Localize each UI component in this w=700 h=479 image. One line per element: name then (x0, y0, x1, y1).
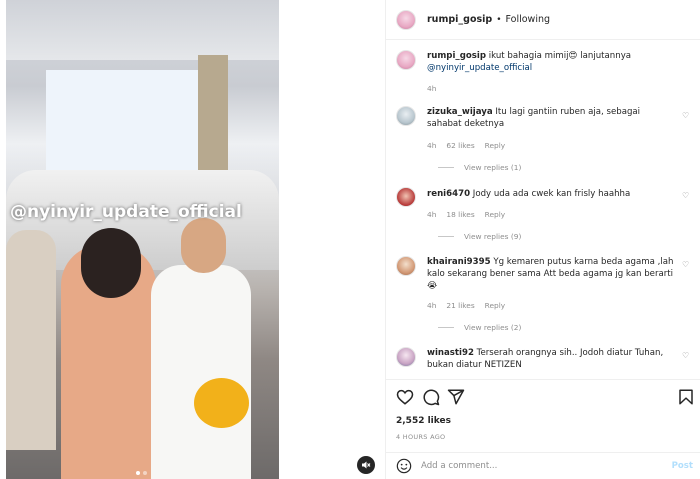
mute-icon (362, 461, 371, 469)
comment-username[interactable]: khairani9395 (427, 257, 491, 267)
bookmark-icon[interactable] (677, 388, 695, 406)
comment-meta: 4h 21 likes Reply (427, 301, 505, 310)
share-icon[interactable] (447, 388, 465, 406)
photo-person-left (6, 230, 56, 450)
caption-mention[interactable]: @nyinyir_update_official (427, 63, 532, 73)
caption-body: rumpi_gosip ikut bahagia mimij😍 lanjutan… (427, 50, 677, 74)
comment-like-icon[interactable]: ♡ (682, 191, 689, 200)
carousel-dots (136, 471, 147, 475)
post-header: rumpi_gosip • Following (386, 0, 700, 40)
photo-person-right-head (181, 218, 226, 273)
view-replies-line (438, 236, 454, 237)
caption-time[interactable]: 4h (427, 84, 436, 93)
reply-button[interactable]: Reply (485, 301, 505, 310)
caption-username[interactable]: rumpi_gosip (427, 51, 486, 61)
caption-text: ikut bahagia mimij😍 lanjutannya (488, 51, 632, 61)
comment-text: Jody uda ada cwek kan frisly haahha (472, 189, 631, 199)
view-replies-line (438, 167, 454, 168)
comment-time[interactable]: 4h (427, 210, 436, 219)
comment-body: winasti92 Terserah orangnya sih.. Jodoh … (427, 347, 677, 371)
avatar[interactable] (396, 106, 416, 126)
view-replies-label: View replies (1) (464, 163, 522, 172)
photo-watermark: @nyinyir_update_official (10, 202, 242, 222)
view-replies-label: View replies (2) (464, 323, 522, 332)
caption-meta: 4h (427, 84, 436, 93)
post-time-ago[interactable]: 4 HOURS AGO (396, 433, 445, 441)
comment-like-icon[interactable]: ♡ (682, 111, 689, 120)
post-comment-button[interactable]: Post (672, 461, 693, 471)
comment-username[interactable]: zizuka_wijaya (427, 107, 493, 117)
post-detail-panel: rumpi_gosip • Following rumpi_gosip ikut… (385, 0, 700, 479)
photo-person-center-hair (81, 228, 141, 298)
comment-body: zizuka_wijaya Itu lagi gantiin ruben aja… (427, 106, 677, 130)
comment-icon[interactable] (422, 388, 440, 406)
comment-meta: 4h 18 likes Reply (427, 210, 505, 219)
comment-time[interactable]: 4h (427, 301, 436, 310)
comment-likes[interactable]: 21 likes (446, 301, 474, 310)
photo-flowers (194, 378, 249, 428)
comment-likes[interactable]: 62 likes (446, 141, 474, 150)
add-comment-bar: Post (386, 452, 700, 479)
heart-icon[interactable] (396, 388, 414, 406)
emoji-icon[interactable] (396, 458, 412, 474)
avatar[interactable] (396, 347, 416, 367)
following-button[interactable]: Following (506, 14, 551, 25)
photo-background-wall (6, 0, 279, 60)
comments-list[interactable]: rumpi_gosip ikut bahagia mimij😍 lanjutan… (386, 40, 700, 380)
comment-like-icon[interactable]: ♡ (682, 351, 689, 360)
post-photo[interactable]: @nyinyir_update_official (6, 0, 279, 479)
avatar[interactable] (396, 9, 416, 30)
view-replies-line (438, 327, 454, 328)
photo-person-right (151, 265, 251, 479)
carousel-dot[interactable] (136, 471, 140, 475)
comment-body: khairani9395 Yg kemaren putus karna beda… (427, 256, 677, 292)
comment-username[interactable]: reni6470 (427, 189, 470, 199)
comment-username[interactable]: winasti92 (427, 348, 474, 358)
comment-like-icon[interactable]: ♡ (682, 260, 689, 269)
view-replies-label: View replies (9) (464, 232, 522, 241)
add-comment-input[interactable] (421, 461, 661, 471)
carousel-dot[interactable] (143, 471, 147, 475)
comment-meta: 4h 62 likes Reply (427, 141, 505, 150)
photo-background-window (46, 70, 216, 180)
header-separator: • (496, 14, 502, 25)
header-username[interactable]: rumpi_gosip (427, 14, 492, 25)
avatar[interactable] (396, 256, 416, 276)
reply-button[interactable]: Reply (485, 210, 505, 219)
post-actions (386, 388, 700, 410)
photo-background-pillar (198, 55, 228, 185)
mute-button[interactable] (357, 456, 375, 474)
comment-time[interactable]: 4h (427, 141, 436, 150)
avatar[interactable] (396, 187, 416, 207)
likes-count[interactable]: 2,552 likes (396, 416, 451, 426)
view-replies-button[interactable]: View replies (1) (438, 163, 521, 172)
view-replies-button[interactable]: View replies (2) (438, 323, 521, 332)
reply-button[interactable]: Reply (485, 141, 505, 150)
comment-likes[interactable]: 18 likes (446, 210, 474, 219)
post-media-area: @nyinyir_update_official (0, 0, 385, 479)
avatar[interactable] (396, 50, 416, 70)
view-replies-button[interactable]: View replies (9) (438, 232, 521, 241)
comment-body: reni6470 Jody uda ada cwek kan frisly ha… (427, 188, 677, 200)
